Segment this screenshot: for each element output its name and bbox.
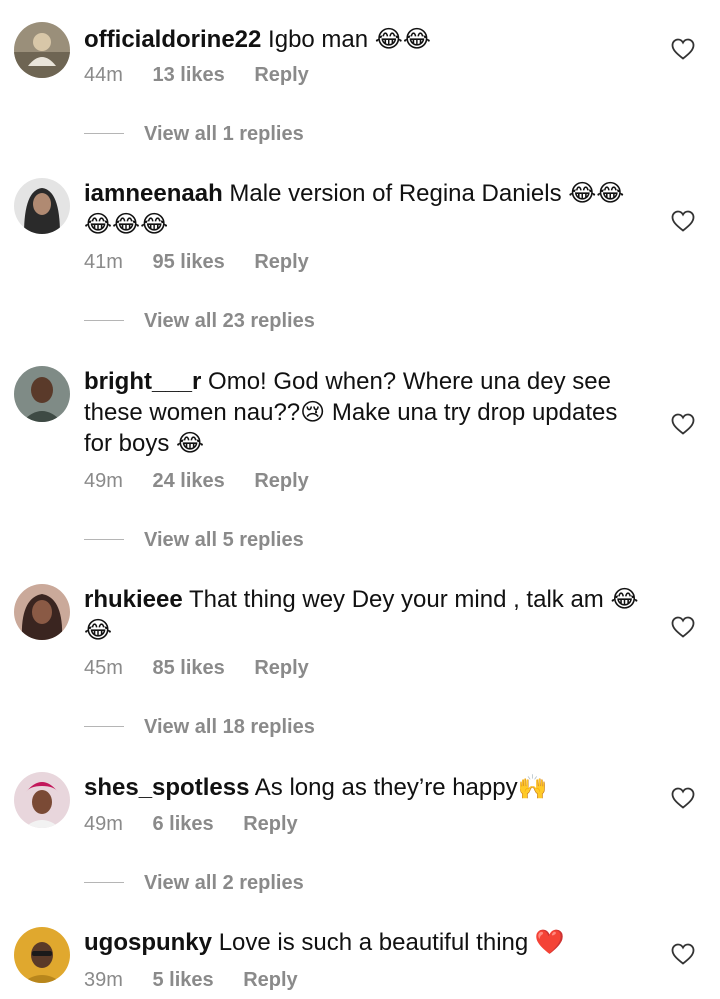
comment-text: Love is such a beautiful thing ❤️ — [218, 929, 565, 956]
comment-time: 44m — [84, 64, 123, 86]
comment-text: As long as they’re happy🙌 — [254, 774, 548, 801]
comment-username[interactable]: rhukieee — [84, 586, 183, 613]
avatar[interactable] — [14, 772, 70, 828]
heart-outline-icon[interactable] — [671, 616, 695, 638]
heart-outline-icon[interactable] — [671, 38, 695, 60]
comment-body: rhukieee That thing wey Dey your mind , … — [84, 584, 644, 646]
comment-meta: 45m 85 likes Reply — [84, 656, 333, 680]
comment-meta: 49m 6 likes Reply — [84, 812, 322, 836]
heart-outline-icon[interactable] — [671, 413, 695, 435]
reply-button[interactable]: Reply — [254, 251, 308, 273]
avatar[interactable] — [14, 178, 70, 234]
reply-button[interactable]: Reply — [254, 470, 308, 492]
comment-likes[interactable]: 13 likes — [152, 64, 224, 86]
view-replies-label[interactable]: View all 23 replies — [144, 309, 315, 333]
heart-outline-icon[interactable] — [671, 210, 695, 232]
reply-button[interactable]: Reply — [254, 64, 308, 86]
avatar[interactable] — [14, 584, 70, 640]
reply-button[interactable]: Reply — [254, 657, 308, 679]
comment-likes[interactable]: 24 likes — [152, 470, 224, 492]
comment-body: iamneenaah Male version of Regina Daniel… — [84, 178, 644, 240]
comment-likes[interactable]: 85 likes — [152, 657, 224, 679]
comment-username[interactable]: bright___r — [84, 368, 201, 395]
reply-button[interactable]: Reply — [243, 969, 297, 991]
comment-meta: 39m 5 likes Reply — [84, 968, 322, 992]
reply-divider — [84, 539, 124, 540]
reply-divider — [84, 133, 124, 134]
comment-body: ugospunky Love is such a beautiful thing… — [84, 927, 644, 958]
comment-body: bright___r Omo! God when? Where una dey … — [84, 366, 644, 459]
comment-text: Igbo man 😂😂 — [268, 26, 431, 53]
comment-body: shes_spotless As long as they’re happy🙌 — [84, 772, 644, 803]
comment-username[interactable]: iamneenaah — [84, 180, 223, 207]
reply-divider — [84, 320, 124, 321]
view-replies-label[interactable]: View all 2 replies — [144, 871, 304, 895]
avatar[interactable] — [14, 366, 70, 422]
comment-username[interactable]: officialdorine22 — [84, 26, 261, 53]
comment-time: 49m — [84, 470, 123, 492]
avatar[interactable] — [14, 927, 70, 983]
heart-outline-icon[interactable] — [671, 787, 695, 809]
view-replies-label[interactable]: View all 18 replies — [144, 715, 315, 739]
comment-time: 39m — [84, 969, 123, 991]
comment-body: officialdorine22 Igbo man 😂😂 — [84, 24, 644, 55]
reply-button[interactable]: Reply — [243, 813, 297, 835]
comment-time: 41m — [84, 251, 123, 273]
comment-meta: 44m 13 likes Reply — [84, 63, 333, 87]
comment-meta: 41m 95 likes Reply — [84, 250, 333, 274]
heart-outline-icon[interactable] — [671, 943, 695, 965]
comment-meta: 49m 24 likes Reply — [84, 469, 333, 493]
reply-divider — [84, 726, 124, 727]
avatar[interactable] — [14, 22, 70, 78]
view-replies-label[interactable]: View all 5 replies — [144, 528, 304, 552]
comment-likes[interactable]: 95 likes — [152, 251, 224, 273]
comment-time: 49m — [84, 813, 123, 835]
comment-likes[interactable]: 5 likes — [152, 969, 213, 991]
comment-username[interactable]: ugospunky — [84, 929, 212, 956]
comment-time: 45m — [84, 657, 123, 679]
reply-divider — [84, 882, 124, 883]
view-replies-label[interactable]: View all 1 replies — [144, 122, 304, 146]
comment-likes[interactable]: 6 likes — [152, 813, 213, 835]
comment-username[interactable]: shes_spotless — [84, 774, 249, 801]
